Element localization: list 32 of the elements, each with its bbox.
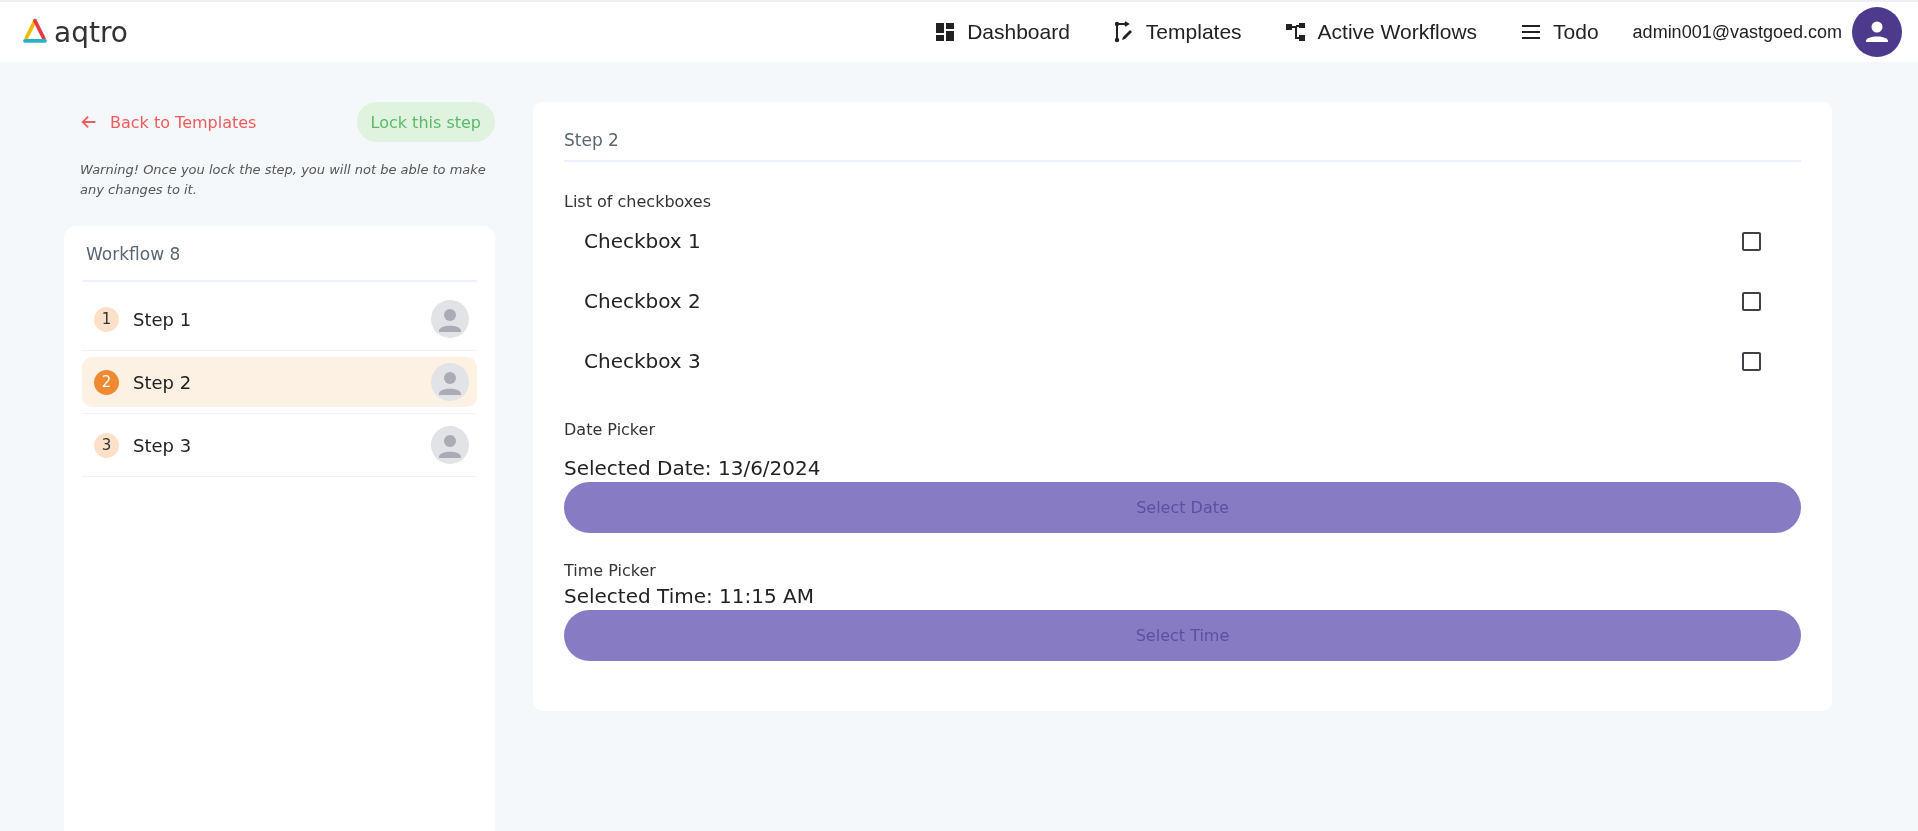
- date-picker-label: Date Picker: [564, 420, 656, 439]
- nav-link[interactable]: Dashboard: [933, 20, 1070, 44]
- time-picker-label: Time Picker: [564, 561, 657, 580]
- step-item[interactable]: 2 Step 2: [82, 357, 477, 407]
- user-email: admin001@vastgoed.com: [1632, 21, 1842, 43]
- checkbox-label: Checkbox 2: [584, 289, 701, 313]
- checkbox[interactable]: [1742, 351, 1761, 371]
- step-title: Step 2: [564, 130, 1801, 162]
- workflow-title: Workflow 8: [82, 226, 477, 282]
- checklist-label: List of checkboxes: [564, 192, 712, 211]
- checkbox[interactable]: [1742, 231, 1761, 251]
- back-arrow-icon: [80, 113, 98, 131]
- nav-link[interactable]: Todo: [1519, 20, 1599, 44]
- warning-text: Warning! Once you lock the step, you will not be able to make any changes to it.: [80, 161, 487, 199]
- step-item[interactable]: 1 Step 1: [82, 294, 477, 344]
- selected-date: Selected Date: 13/6/2024: [564, 456, 822, 480]
- step-number: 2: [94, 369, 119, 395]
- nav-link[interactable]: Templates: [1111, 20, 1242, 44]
- avatar-icon: [431, 426, 469, 464]
- step-item[interactable]: 3 Step 3: [82, 420, 477, 470]
- logo-text: aqtro: [54, 15, 128, 49]
- step-number: 3: [94, 432, 119, 458]
- selected-time: Selected Time: 11:15 AM: [564, 584, 816, 608]
- user-avatar-icon[interactable]: [1852, 7, 1902, 57]
- nav-link[interactable]: Active Workflows: [1283, 20, 1478, 44]
- checkbox-label: Checkbox 1: [584, 229, 701, 253]
- step-number: 1: [94, 306, 119, 332]
- flow-chart-icon: [1283, 20, 1308, 44]
- checkbox-label: Checkbox 3: [584, 349, 701, 373]
- avatar-icon: [431, 300, 469, 338]
- avatar-icon: [431, 363, 469, 401]
- checkbox[interactable]: [1742, 291, 1761, 311]
